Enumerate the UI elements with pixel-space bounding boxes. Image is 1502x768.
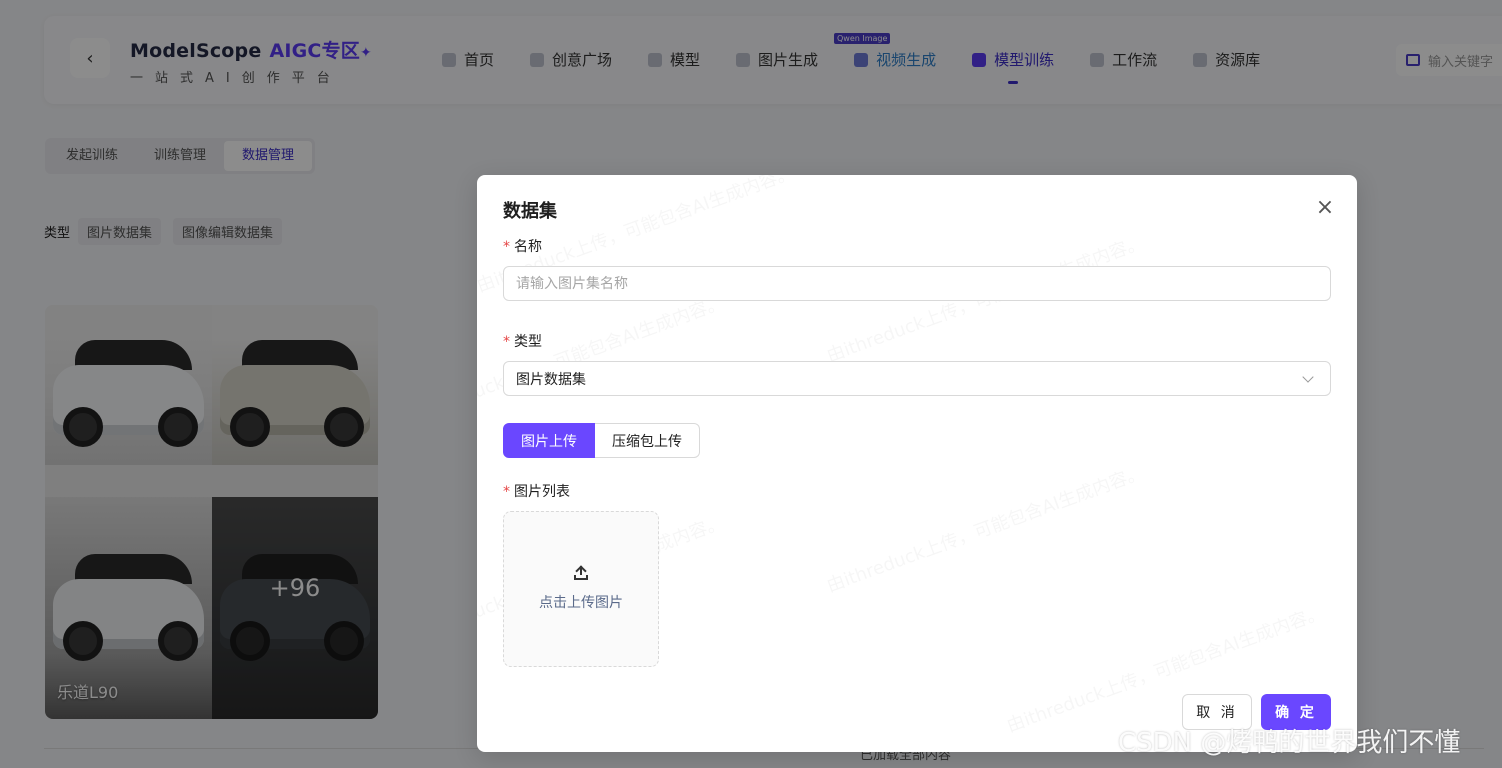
upload-hint: 点击上传图片 [539,595,623,611]
zip-upload-button[interactable]: 压缩包上传 [595,423,700,458]
dataset-type-select[interactable]: 图片数据集 [503,361,1331,396]
modal-title: 数据集 [503,201,557,222]
close-icon: × [1315,194,1335,220]
image-list-label: * 图片列表 [503,484,570,500]
image-upload-dropzone[interactable]: 点击上传图片 [503,511,659,667]
image-upload-button[interactable]: 图片上传 [503,423,595,458]
upload-mode-switch: 图片上传 压缩包上传 [503,423,700,458]
name-field-label: * 名称 [503,239,542,255]
dataset-name-input[interactable] [503,266,1331,301]
dataset-type-value: 图片数据集 [516,371,586,388]
watermark: 由ithreduck上传，可能包含AI生成内容。 [823,458,1148,597]
watermark: 由ithreduck上传，可能包含AI生成内容。 [477,288,728,427]
close-button[interactable]: × [1313,194,1337,220]
type-field-label: * 类型 [503,334,542,350]
dataset-modal: 由ithreduck上传，可能包含AI生成内容。 由ithreduck上传，可能… [477,175,1357,752]
chevron-down-icon [1302,370,1314,383]
upload-icon [574,565,588,580]
csdn-watermark: CSDN @烤鸭的世界我们不懂 [1118,728,1461,758]
